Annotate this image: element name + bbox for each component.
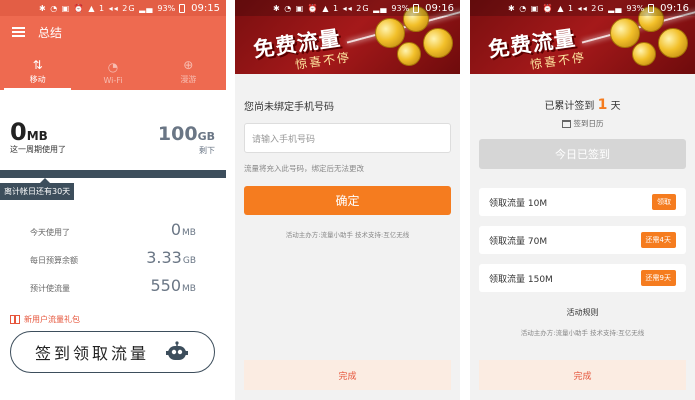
bind-hint: 流量将充入此号码，绑定后无法更改: [244, 164, 364, 173]
stat-value: 3.33GB: [146, 248, 196, 267]
status-bar: ✱ ◔ ▣ ⏰ ▲ 1 ◂◂ 2G ▂▄ 93% 09:16: [235, 0, 460, 16]
usage-summary-screen: ✱ ◔ ▣ ⏰ ▲ 1 ◂◂ 2G ▂▄ 93% 09:15 总结 ⇅ 移动 ◔…: [0, 0, 226, 400]
new-user-gift-link[interactable]: 新用户流量礼包: [10, 314, 80, 325]
tab-mobile[interactable]: ⇅ 移动: [0, 48, 75, 90]
coin-icon: [658, 28, 688, 58]
coin-icon: [397, 42, 421, 66]
battery-icon: [648, 3, 655, 13]
checkin-label: 签到领取流量: [35, 344, 150, 363]
status-icons: ✱ ◔ ▣ ⏰ ▲ 1 ◂◂ 2G ▂▄: [272, 3, 388, 13]
billing-cycle-tip: 离计帐日还有30天: [0, 178, 75, 200]
remaining-amount: 100GB: [157, 123, 215, 145]
signed-days-summary: 已累计签到 1 天: [544, 97, 621, 113]
wifi-icon: ◔: [107, 60, 119, 74]
coin-icon: [632, 42, 656, 66]
status-icons: ✱ ◔ ▣ ⏰ ▲ 1 ◂◂ 2G ▂▄: [38, 3, 154, 13]
tab-roaming[interactable]: ⊕ 漫游: [151, 48, 226, 90]
done-button[interactable]: 完成: [479, 360, 686, 390]
status-clock: 09:16: [425, 2, 454, 14]
menu-icon[interactable]: [12, 27, 25, 37]
credits-text: 活动主办方:流量小助手 技术支持:互亿无线: [285, 231, 410, 239]
checkin-button[interactable]: 签到领取流量: [10, 331, 215, 373]
status-clock: 09:16: [660, 2, 689, 14]
days-needed-badge[interactable]: 还需4天: [640, 232, 676, 248]
stat-value: 0MB: [170, 220, 196, 239]
remaining-block: 100GB 剩下: [158, 123, 215, 156]
page-title: 总结: [38, 25, 63, 40]
usage-tabs: ⇅ 移动 ◔ Wi-Fi ⊕ 漫游: [0, 48, 226, 90]
claim-button[interactable]: 领取: [652, 194, 676, 210]
reward-row: 领取流量 70M 还需4天: [479, 226, 686, 254]
battery-icon: [413, 3, 420, 13]
usage-stats: 今天使用了 0MB 每日预算余额 3.33GB 预计使流量 550MB: [30, 220, 196, 304]
status-icons: ✱ ◔ ▣ ⏰ ▲ 1 ◂◂ 2G ▂▄: [507, 3, 623, 13]
reward-label: 领取流量 70M: [489, 236, 548, 247]
promo-banner: ✱ ◔ ▣ ⏰ ▲ 1 ◂◂ 2G ▂▄ 93% 09:16 免费流量 惊喜不停: [235, 0, 460, 74]
signed-days-count: 1: [597, 97, 608, 113]
coin-icon: [610, 18, 640, 48]
promo-banner: ✱ ◔ ▣ ⏰ ▲ 1 ◂◂ 2G ▂▄ 93% 09:16 免费流量 惊喜不停: [470, 0, 695, 74]
stat-row: 今天使用了 0MB: [30, 220, 196, 248]
battery-icon: [179, 3, 186, 13]
reward-row: 领取流量 10M 领取: [479, 188, 686, 216]
tab-label: 移动: [29, 75, 46, 84]
activity-rules-link[interactable]: 活动规则: [470, 307, 695, 318]
credits-text: 活动主办方:流量小助手 技术支持:互亿无线: [520, 329, 645, 337]
app-bar: 总结: [0, 16, 226, 48]
stat-label: 今天使用了: [30, 228, 70, 237]
gift-label: 新用户流量礼包: [24, 315, 80, 324]
usage-overview: 0MB 这一周期使用了 100GB 剩下: [0, 90, 226, 174]
battery-percent: 93%: [391, 3, 410, 13]
status-bar: ✱ ◔ ▣ ⏰ ▲ 1 ◂◂ 2G ▂▄ 93% 09:16: [470, 0, 695, 16]
globe-icon: ⊕: [183, 58, 194, 72]
stat-row: 每日预算余额 3.33GB: [30, 248, 196, 276]
stat-value: 550MB: [150, 276, 197, 295]
calendar-label: 签到日历: [573, 119, 604, 128]
stat-label: 每日预算余额: [30, 256, 78, 265]
calendar-icon: [561, 119, 571, 128]
reward-label: 领取流量 10M: [489, 198, 548, 209]
reward-label: 领取流量 150M: [489, 274, 553, 285]
battery-percent: 93%: [626, 3, 645, 13]
battery-percent: 93%: [157, 3, 176, 13]
days-needed-badge[interactable]: 还需9天: [640, 270, 676, 286]
confirm-button[interactable]: 确定: [244, 186, 451, 215]
tab-wifi[interactable]: ◔ Wi-Fi: [75, 48, 150, 90]
reward-row: 领取流量 150M 还需9天: [479, 264, 686, 292]
status-clock: 09:15: [191, 2, 220, 14]
coin-icon: [423, 28, 453, 58]
signed-today-button[interactable]: 今日已签到: [479, 139, 686, 169]
status-bar: ✱ ◔ ▣ ⏰ ▲ 1 ◂◂ 2G ▂▄ 93% 09:15: [0, 0, 226, 16]
stat-row: 预计使流量 550MB: [30, 276, 196, 304]
robot-icon: [166, 341, 188, 360]
bind-phone-screen: ✱ ◔ ▣ ⏰ ▲ 1 ◂◂ 2G ▂▄ 93% 09:16 免费流量 惊喜不停…: [235, 0, 460, 400]
tab-label: 漫游: [180, 75, 197, 84]
phone-number-input[interactable]: 请输入手机号码: [244, 123, 451, 153]
usage-progress-bar: [0, 170, 226, 178]
stat-label: 预计使流量: [30, 284, 70, 293]
usage-header: ✱ ◔ ▣ ⏰ ▲ 1 ◂◂ 2G ▂▄ 93% 09:15 总结 ⇅ 移动 ◔…: [0, 0, 226, 90]
checkin-rewards-screen: ✱ ◔ ▣ ⏰ ▲ 1 ◂◂ 2G ▂▄ 93% 09:16 免费流量 惊喜不停…: [470, 0, 695, 400]
mobile-data-icon: ⇅: [32, 58, 43, 72]
coin-icon: [375, 18, 405, 48]
tab-label: Wi-Fi: [103, 76, 123, 85]
done-button[interactable]: 完成: [244, 360, 451, 390]
bind-heading: 您尚未绑定手机号码: [244, 102, 334, 113]
remaining-label: 剩下: [199, 146, 215, 155]
checkin-calendar-link[interactable]: 签到日历: [470, 118, 695, 129]
gift-icon: [10, 315, 20, 324]
